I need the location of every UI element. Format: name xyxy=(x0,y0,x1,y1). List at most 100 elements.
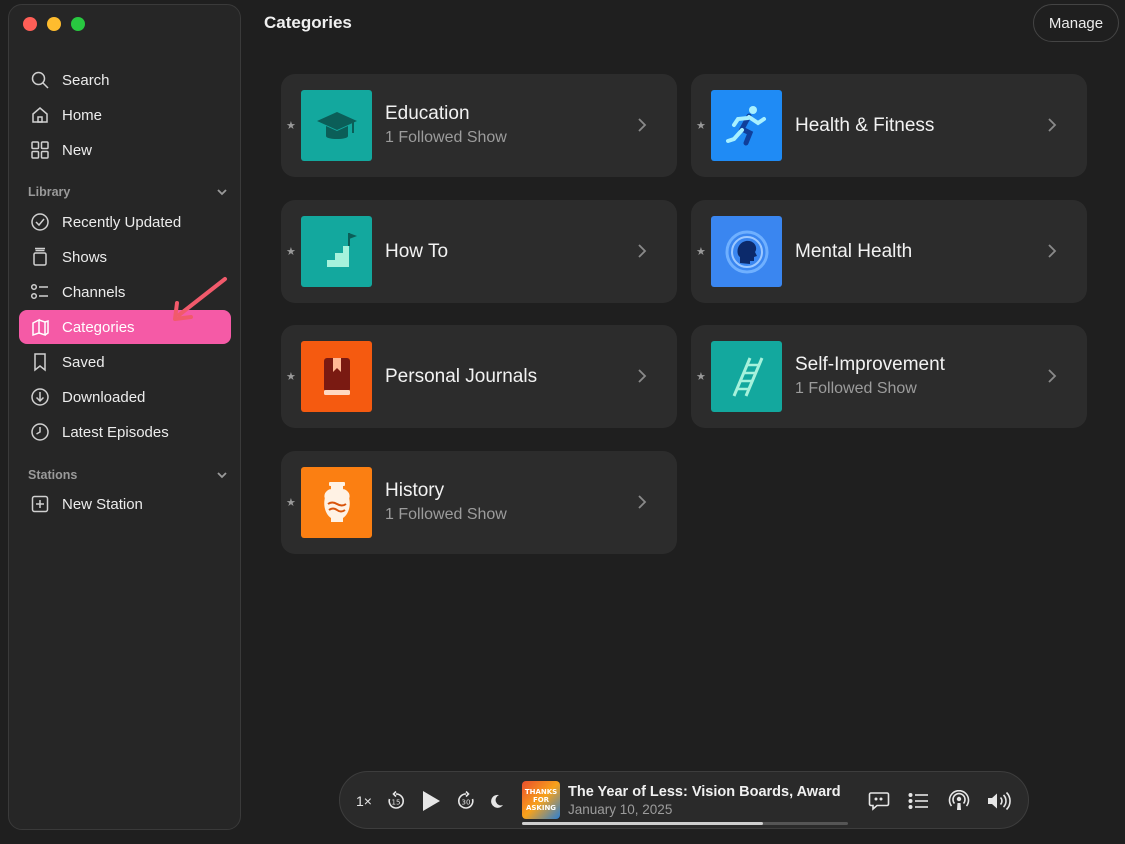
list-icon xyxy=(29,281,51,303)
star-icon: ★ xyxy=(286,246,296,258)
category-card-self-improvement[interactable]: ★ Self-Improvement 1 Followed Show xyxy=(691,325,1087,428)
star-icon: ★ xyxy=(286,371,296,383)
grid-icon xyxy=(29,139,51,161)
volume-button[interactable] xyxy=(984,772,1016,830)
library-section-header[interactable]: Library xyxy=(28,185,228,199)
download-icon xyxy=(29,386,51,408)
moon-icon xyxy=(491,794,503,808)
category-card-education[interactable]: ★ Education 1 Followed Show xyxy=(281,74,677,177)
star-icon: ★ xyxy=(696,371,706,383)
checkmark-circle-icon xyxy=(29,211,51,233)
playback-progress-bar[interactable] xyxy=(522,822,848,825)
plus-square-icon xyxy=(29,493,51,515)
episode-artwork[interactable]: THANKS FOR ASKING xyxy=(522,781,560,819)
playback-speed-button[interactable]: 1× xyxy=(354,772,374,830)
skip-back-button[interactable]: 15 xyxy=(384,772,408,830)
category-name: Mental Health xyxy=(795,241,913,262)
artwork-text: THANKS FOR ASKING xyxy=(524,788,558,812)
category-name: Health & Fitness xyxy=(795,115,935,136)
progress-fill xyxy=(522,822,764,825)
stack-icon xyxy=(29,246,51,268)
chevron-right-icon xyxy=(1047,368,1057,384)
category-subtitle: 1 Followed Show xyxy=(385,129,507,146)
sidebar-item-label: Latest Episodes xyxy=(62,423,169,441)
category-card-history[interactable]: ★ History 1 Followed Show xyxy=(281,451,677,554)
category-name: Education xyxy=(385,103,470,124)
window-controls xyxy=(23,17,85,31)
airplay-button[interactable] xyxy=(946,772,972,830)
manage-button[interactable]: Manage xyxy=(1033,4,1119,42)
sidebar-item-label: Saved xyxy=(62,353,105,371)
chevron-right-icon xyxy=(637,243,647,259)
sidebar-item-label: Home xyxy=(62,106,103,124)
sidebar-item-recently-updated[interactable]: Recently Updated xyxy=(19,205,231,239)
sidebar: Search Home New Library Recently Updated… xyxy=(8,4,241,830)
play-button[interactable] xyxy=(418,772,444,830)
skip-back-15-icon: 15 xyxy=(388,791,404,809)
sidebar-item-label: New Station xyxy=(62,495,143,513)
category-name: Personal Journals xyxy=(385,366,538,387)
zoom-window-button[interactable] xyxy=(71,17,85,31)
chevron-down-icon[interactable] xyxy=(216,186,228,198)
category-card-how-to[interactable]: ★ How To xyxy=(281,200,677,303)
queue-button[interactable] xyxy=(906,772,932,830)
episode-title[interactable]: The Year of Less: Vision Boards, Award xyxy=(568,784,840,800)
svg-text:30: 30 xyxy=(462,799,471,807)
category-name: How To xyxy=(385,241,449,262)
category-card-health-fitness[interactable]: ★ Health & Fitness xyxy=(691,74,1087,177)
podcast-broadcast-icon xyxy=(948,790,970,810)
sleep-timer-button[interactable] xyxy=(486,772,508,830)
close-window-button[interactable] xyxy=(23,17,37,31)
clock-icon xyxy=(29,421,51,443)
sidebar-item-new[interactable]: New xyxy=(19,133,231,167)
sidebar-item-home[interactable]: Home xyxy=(19,98,231,132)
ladder-icon xyxy=(711,341,782,412)
search-icon xyxy=(29,69,51,91)
categories-icon xyxy=(29,316,51,338)
category-name: History xyxy=(385,480,445,501)
speech-bubble-quote-icon xyxy=(868,792,890,811)
chevron-right-icon xyxy=(637,494,647,510)
bookmark-icon xyxy=(29,351,51,373)
category-name: Self-Improvement xyxy=(795,354,945,375)
chevron-right-icon xyxy=(637,117,647,133)
now-playing-bar: 1× 15 30 THANKS FOR ASKING The Year of L… xyxy=(339,771,1029,829)
sidebar-item-label: Search xyxy=(62,71,110,89)
skip-forward-button[interactable]: 30 xyxy=(454,772,478,830)
graduation-cap-icon xyxy=(301,90,372,161)
sidebar-item-label: Categories xyxy=(62,318,135,336)
sidebar-item-new-station[interactable]: New Station xyxy=(19,487,231,521)
sidebar-item-shows[interactable]: Shows xyxy=(19,240,231,274)
page-title: Categories xyxy=(264,13,352,32)
annotation-arrow xyxy=(173,277,227,321)
category-card-personal-journals[interactable]: ★ Personal Journals xyxy=(281,325,677,428)
home-icon xyxy=(29,104,51,126)
speaker-volume-icon xyxy=(988,791,1011,811)
head-icon xyxy=(711,216,782,287)
app-window: Search Home New Library Recently Updated… xyxy=(0,0,1125,844)
sidebar-item-search[interactable]: Search xyxy=(19,63,231,97)
sidebar-item-downloaded[interactable]: Downloaded xyxy=(19,380,231,414)
sidebar-item-label: Recently Updated xyxy=(62,213,182,231)
episode-date: January 10, 2025 xyxy=(568,802,673,817)
minimize-window-button[interactable] xyxy=(47,17,61,31)
transcript-button[interactable] xyxy=(866,772,892,830)
list-bullet-icon xyxy=(908,792,928,810)
star-icon: ★ xyxy=(696,120,706,132)
svg-text:15: 15 xyxy=(392,799,401,807)
runner-icon xyxy=(711,90,782,161)
play-icon xyxy=(423,791,440,811)
star-icon: ★ xyxy=(286,120,296,132)
category-card-mental-health[interactable]: ★ Mental Health xyxy=(691,200,1087,303)
sidebar-item-latest-episodes[interactable]: Latest Episodes xyxy=(19,415,231,449)
star-icon: ★ xyxy=(286,497,296,509)
star-icon: ★ xyxy=(696,246,706,258)
chevron-down-icon[interactable] xyxy=(216,469,228,481)
sidebar-item-label: Shows xyxy=(62,248,108,266)
stations-section-header[interactable]: Stations xyxy=(28,468,228,482)
skip-forward-30-icon: 30 xyxy=(458,791,474,809)
vase-icon xyxy=(301,467,372,538)
category-subtitle: 1 Followed Show xyxy=(385,506,507,523)
sidebar-item-saved[interactable]: Saved xyxy=(19,345,231,379)
sidebar-item-label: New xyxy=(62,141,93,159)
